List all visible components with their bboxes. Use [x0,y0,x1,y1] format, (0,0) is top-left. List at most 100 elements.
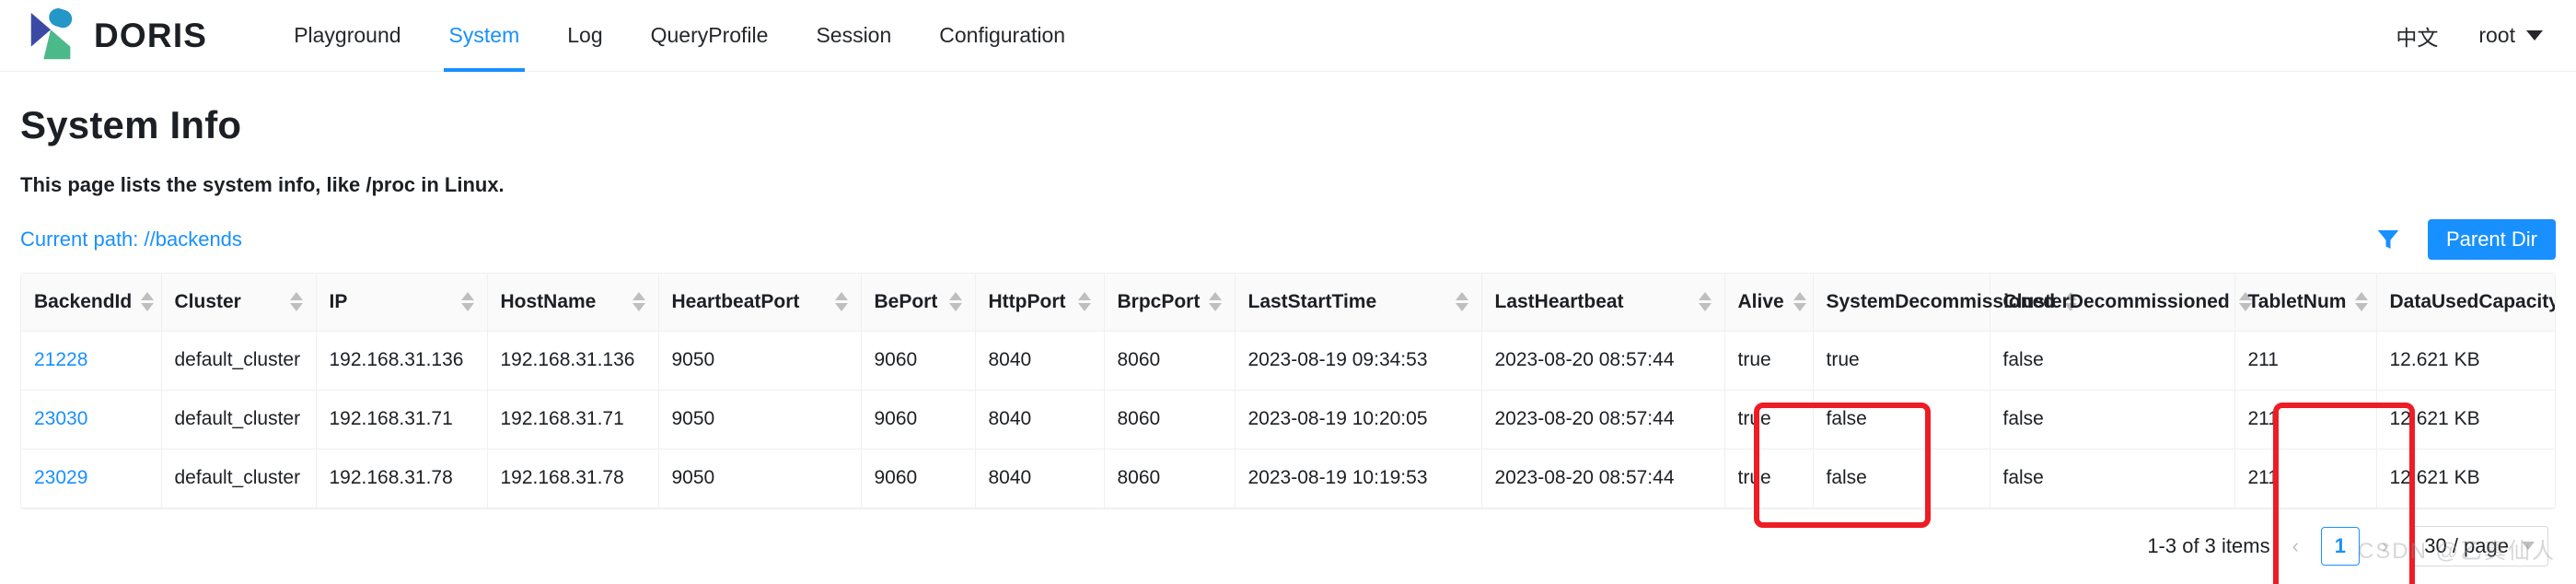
cell-brpcport: 8060 [1104,331,1236,391]
cell-ip: 192.168.31.71 [316,390,488,450]
sort-toggle-icon[interactable] [141,292,155,312]
column-label: BePort [874,290,938,312]
cell-ip: 192.168.31.78 [316,449,488,508]
cell-hostname: 192.168.31.136 [487,331,659,391]
column-header-tabletnum[interactable]: TabletNum [2234,274,2377,332]
table-row[interactable]: 23029 default_cluster 192.168.31.78 192.… [21,449,2555,508]
brand-logo[interactable]: DORIS [24,7,207,64]
cell-lastheartbeat: 2023-08-20 08:57:44 [1481,331,1725,391]
nav-item-log[interactable]: Log [543,0,626,72]
system-info-table-container: BackendId Cluster IP HostName HeartbeatP… [20,273,2556,509]
pagination-page-1[interactable]: 1 [2320,526,2360,566]
cell-clusterdecommissioned: false [1990,390,2235,450]
cell-beport: 9060 [861,390,976,450]
column-header-brpcport[interactable]: BrpcPort [1104,274,1236,332]
cell-clusterdecommissioned: false [1990,331,2235,391]
main-nav: Playground System Log QueryProfile Sessi… [270,0,1089,72]
nav-item-configuration[interactable]: Configuration [915,0,1089,72]
column-header-systemdecommissioned[interactable]: SystemDecommissioned [1813,274,2078,332]
doris-logo-icon [30,7,73,59]
watermark: CSDN @乙真仙人 [2357,538,2556,564]
parent-dir-button[interactable]: Parent Dir [2427,219,2556,260]
language-switch[interactable]: 中文 [2396,20,2438,52]
table-header-row: BackendId Cluster IP HostName HeartbeatP… [21,274,2556,332]
column-label: Alive [1737,290,1784,312]
column-header-laststarttime[interactable]: LastStartTime [1235,274,1482,332]
sort-toggle-icon[interactable] [1209,292,1223,312]
column-header-beport[interactable]: BePort [861,274,976,332]
column-header-datausedcapacity[interactable]: DataUsedCapacity [2376,274,2556,332]
cell-backendid: 23030 [21,390,162,450]
sort-toggle-icon[interactable] [1698,292,1712,312]
nav-item-system[interactable]: System [425,0,544,72]
column-label: Cluster [174,290,241,312]
cell-hostname: 192.168.31.78 [487,449,659,508]
chevron-down-icon [2526,30,2543,41]
cell-tabletnum: 211 [2234,390,2377,450]
cell-cluster: default_cluster [161,331,317,391]
table-row[interactable]: 23030 default_cluster 192.168.31.71 192.… [21,390,2555,450]
column-label: LastStartTime [1247,290,1377,312]
column-header-clusterdecommissioned[interactable]: ClusterDecommissioned [1990,274,2252,332]
filter-icon[interactable] [2374,226,2402,253]
cell-lastheartbeat: 2023-08-20 08:57:44 [1481,390,1725,450]
cell-datausedcapacity: 12.621 KB [2376,390,2555,450]
cell-heartbeatport: 9050 [658,331,862,391]
cell-tabletnum: 211 [2234,331,2377,391]
sort-toggle-icon[interactable] [948,292,962,312]
cell-cluster: default_cluster [161,449,317,508]
nav-item-session[interactable]: Session [792,0,915,72]
nav-item-queryprofile[interactable]: QueryProfile [627,0,793,72]
nav-label: QueryProfile [650,23,769,47]
sort-toggle-icon[interactable] [632,292,645,312]
cell-heartbeatport: 9050 [658,390,862,450]
table-row[interactable]: 21228 default_cluster 192.168.31.136 192… [21,331,2555,391]
brand-name: DORIS [94,16,208,54]
table-header: BackendId Cluster IP HostName HeartbeatP… [21,274,2556,332]
sort-toggle-icon[interactable] [1455,292,1468,312]
user-name: root [2478,23,2515,47]
current-path-link[interactable]: Current path: //backends [20,228,242,251]
cell-httpport: 8040 [975,390,1105,450]
column-header-ip[interactable]: IP [316,274,488,332]
column-label: ClusterDecommissioned [2002,290,2230,312]
column-header-backendid[interactable]: BackendId [21,274,162,332]
page-title: System Info [20,103,242,146]
column-header-hostname[interactable]: HostName [487,274,659,332]
backend-id-link[interactable]: 23029 [34,467,87,488]
cell-httpport: 8040 [975,331,1105,391]
column-header-alive[interactable]: Alive [1724,274,1814,332]
backend-id-link[interactable]: 21228 [34,349,87,370]
page-description: This page lists the system info, like /p… [20,173,505,196]
sort-toggle-icon[interactable] [2355,292,2369,312]
path-row: Current path: //backends Parent Dir [20,219,2556,260]
cell-alive: true [1724,449,1814,508]
sort-toggle-icon[interactable] [1077,292,1091,312]
backend-id-link[interactable]: 23030 [34,408,87,429]
user-menu[interactable]: root [2478,23,2543,48]
sort-toggle-icon[interactable] [460,292,474,312]
cell-cluster: default_cluster [161,390,317,450]
nav-item-playground[interactable]: Playground [270,0,424,72]
cell-laststarttime: 2023-08-19 09:34:53 [1235,331,1482,391]
cell-clusterdecommissioned: false [1990,449,2235,508]
column-header-httpport[interactable]: HttpPort [975,274,1105,332]
sort-toggle-icon[interactable] [1793,292,1806,312]
sort-toggle-icon[interactable] [834,292,848,312]
cell-alive: true [1724,390,1814,450]
pagination-prev-button[interactable]: ‹ [2287,534,2304,558]
sort-toggle-icon[interactable] [289,292,303,312]
pagination-total-text: 1-3 of 3 items [2147,533,2270,557]
app-header: DORIS Playground System Log QueryProfile… [0,0,2576,72]
column-header-cluster[interactable]: Cluster [161,274,317,332]
column-label: DataUsedCapacity [2389,290,2556,312]
cell-tabletnum: 211 [2234,449,2377,508]
cell-systemdecommissioned: false [1813,449,1990,508]
cell-laststarttime: 2023-08-19 10:20:05 [1235,390,1482,450]
cell-systemdecommissioned: false [1813,390,1990,450]
path-actions: Parent Dir [2374,219,2556,260]
cell-hostname: 192.168.31.71 [487,390,659,450]
column-header-heartbeatport[interactable]: HeartbeatPort [658,274,862,332]
cell-systemdecommissioned: true [1813,331,1990,391]
column-header-lastheartbeat[interactable]: LastHeartbeat [1481,274,1725,332]
